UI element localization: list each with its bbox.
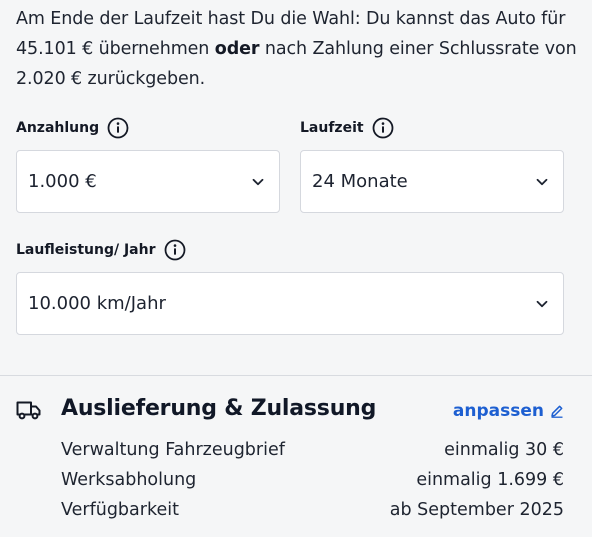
laufzeit-value: 24 Monate [312,171,408,192]
chevron-down-icon [535,297,549,311]
anzahlung-label: Anzahlung [16,117,129,139]
cost-row-value: einmalig 30 € [444,440,564,460]
info-icon[interactable] [107,117,129,139]
cost-row-label: Verwaltung Fahrzeugbrief [61,440,285,460]
section-divider [0,375,592,376]
laufzeit-select[interactable]: 24 Monate [300,150,564,213]
laufzeit-label: Laufzeit [300,117,394,139]
laufleistung-label-text: Laufleistung/ Jahr [16,242,156,258]
truck-icon [16,399,42,421]
cost-row-label: Verfügbarkeit [61,500,179,520]
leasing-info-text: Am Ende der Laufzeit hast Du die Wahl: D… [16,4,586,94]
anzahlung-select[interactable]: 1.000 € [16,150,280,213]
anzahlung-value: 1.000 € [28,171,97,192]
laufleistung-label: Laufleistung/ Jahr [16,239,186,261]
info-icon[interactable] [164,239,186,261]
intro-text-bold: oder [214,39,260,59]
chevron-down-icon [251,175,265,189]
cost-row-label: Werksabholung [61,470,197,490]
chevron-down-icon [535,175,549,189]
adjust-delivery-link[interactable]: anpassen [453,401,564,421]
cost-row-werksabholung: Werksabholung einmalig 1.699 € [61,470,564,490]
cost-row-fahrzeugbrief: Verwaltung Fahrzeugbrief einmalig 30 € [61,440,564,460]
anzahlung-label-text: Anzahlung [16,120,100,136]
cost-row-value: ab September 2025 [389,500,564,520]
laufleistung-value: 10.000 km/Jahr [28,293,166,314]
delivery-section-title: Auslieferung & Zulassung [61,396,377,421]
adjust-link-label: anpassen [452,401,544,421]
info-icon[interactable] [372,117,394,139]
laufzeit-label-text: Laufzeit [300,120,364,136]
laufleistung-select[interactable]: 10.000 km/Jahr [16,272,564,335]
cost-row-verfuegbarkeit: Verfügbarkeit ab September 2025 [61,500,564,520]
pencil-icon [551,405,563,418]
cost-row-value: einmalig 1.699 € [416,470,564,490]
